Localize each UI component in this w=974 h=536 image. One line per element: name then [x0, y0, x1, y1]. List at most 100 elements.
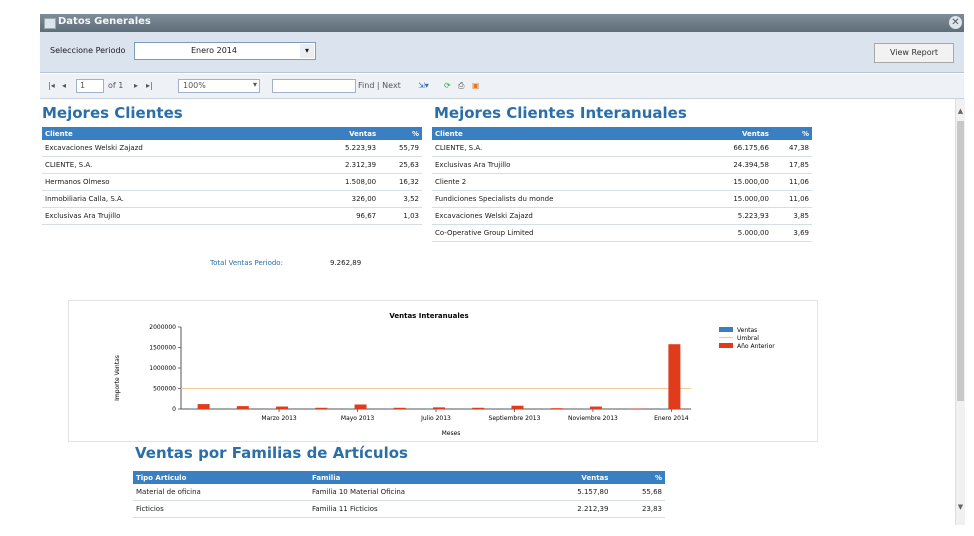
total-ventas-value: 9.262,89: [330, 259, 362, 267]
y-tick-label: 1500000: [149, 345, 176, 352]
cell-cliente: Excavaciones Welski Zajazd: [432, 207, 708, 225]
table-row: Material de oficina Familia 10 Material O…: [133, 484, 665, 501]
column-header-cliente: Cliente: [42, 127, 318, 140]
bar-anio-anterior: [668, 344, 681, 409]
find-input[interactable]: [272, 79, 356, 93]
total-ventas-label: Total Ventas Periodo:: [210, 259, 283, 267]
cell-pct: 3,69: [771, 224, 812, 242]
scrollbar-thumb[interactable]: [957, 121, 964, 401]
cell-cliente: CLIENTE, S.A.: [42, 156, 318, 174]
cell-pct: 25,63: [379, 156, 422, 174]
previous-page-icon[interactable]: ◂: [62, 81, 66, 90]
close-icon[interactable]: ✕: [949, 16, 962, 29]
x-tick-label: Enero 2014: [654, 415, 689, 422]
cell-ventas: 15.000,00: [708, 190, 772, 208]
cell-pct: 3,85: [771, 207, 812, 225]
table-row: CLIENTE, S.A. 66.175,66 47,38: [432, 140, 812, 157]
column-header-pct: %: [771, 127, 812, 140]
bar-anio-anterior: [550, 408, 563, 409]
view-report-button[interactable]: View Report: [874, 43, 954, 63]
table-row: Excavaciones Welski Zajazd 5.223,93 55,79: [42, 140, 422, 157]
periodo-select[interactable]: Enero 2014 ▾: [134, 42, 316, 60]
legend-swatch: [719, 343, 733, 348]
report-toolbar: |◂ ◂ 1 of 1 ▸ ▸| 100% ▾ Find | Next ⇲▾ ⟳ …: [40, 74, 964, 99]
table-row: Excavaciones Welski Zajazd 5.223,93 3,85: [432, 207, 812, 225]
chart-title: Ventas Interanuales: [389, 312, 468, 320]
column-header-ventas: Ventas: [708, 127, 772, 140]
cell-cliente: Inmobiliaria Calla, S.A.: [42, 190, 318, 208]
table-row: Exclusivas Ara Trujillo 24.394,58 17,85: [432, 156, 812, 174]
chevron-down-icon[interactable]: ▾: [300, 44, 314, 58]
column-header-familia: Familia: [309, 471, 535, 484]
cell-cliente: Hermanos Olmeso: [42, 173, 318, 191]
legend-label: Ventas: [737, 327, 757, 334]
chevron-down-icon: ▾: [252, 80, 257, 89]
cell-cliente: Fundiciones Specialists du monde: [432, 190, 708, 208]
cell-pct: 55,68: [611, 484, 665, 501]
cell-cliente: Exclusivas Ara Trujillo: [432, 156, 708, 174]
vertical-scrollbar[interactable]: ▲ ▼: [955, 99, 965, 525]
bar-anio-anterior: [276, 406, 289, 409]
scroll-down-icon[interactable]: ▼: [956, 503, 965, 511]
cell-pct: 55,79: [379, 140, 422, 157]
cell-pct: 11,06: [771, 190, 812, 208]
chart-x-axis-label: Meses: [442, 430, 461, 437]
table-row: Fundiciones Specialists du monde 15.000,0…: [432, 190, 812, 208]
legend-label: Año Anterior: [737, 343, 775, 350]
cell-ventas: 15.000,00: [708, 173, 772, 191]
cell-tipo: Ficticios: [133, 500, 309, 518]
zoom-value: 100%: [183, 81, 206, 90]
next-page-icon[interactable]: ▸: [134, 81, 138, 90]
cell-cliente: Co-Operative Group Limited: [432, 224, 708, 242]
cell-pct: 3,52: [379, 190, 422, 208]
cell-pct: 47,38: [771, 140, 812, 157]
refresh-icon[interactable]: ⟳: [444, 81, 451, 90]
cell-ventas: 5.223,93: [708, 207, 772, 225]
cell-ventas: 5.000,00: [708, 224, 772, 242]
bar-anio-anterior: [511, 405, 524, 409]
table-row: Inmobiliaria Calla, S.A. 326,00 3,52: [42, 190, 422, 208]
periodo-label: Seleccione Periodo: [50, 46, 126, 55]
cell-ventas: 2.212,39: [535, 500, 612, 518]
first-page-icon[interactable]: |◂: [48, 81, 55, 90]
last-page-icon[interactable]: ▸|: [146, 81, 153, 90]
page-number-value: 1: [80, 81, 86, 90]
cell-tipo: Material de oficina: [133, 484, 309, 501]
x-tick-label: Julio 2013: [420, 415, 451, 422]
mejores-clientes-table: Cliente Ventas % Excavaciones Welski Zaj…: [42, 127, 422, 225]
cell-ventas: 5.223,93: [318, 140, 380, 157]
page-number-input[interactable]: 1: [76, 79, 104, 93]
column-header-ventas: Ventas: [318, 127, 380, 140]
cell-cliente: CLIENTE, S.A.: [432, 140, 708, 157]
x-tick-label: Septiembre 2013: [489, 415, 541, 422]
bar-anio-anterior: [393, 407, 406, 409]
cell-ventas: 326,00: [318, 190, 380, 208]
familias-title: Ventas por Familias de Artículos: [135, 444, 408, 462]
cell-pct: 1,03: [379, 207, 422, 225]
cell-familia: Familia 11 Ficticios: [309, 500, 535, 518]
legend-swatch: [719, 327, 733, 332]
cell-pct: 11,06: [771, 173, 812, 191]
mejores-clientes-title: Mejores Clientes: [42, 104, 183, 122]
periodo-select-value: Enero 2014: [191, 46, 237, 55]
feed-icon[interactable]: ▣: [472, 81, 480, 90]
cell-familia: Familia 10 Material Oficina: [309, 484, 535, 501]
bar-anio-anterior: [236, 406, 249, 409]
bar-anio-anterior: [433, 407, 445, 409]
chart-y-axis-label: Importe Ventas: [114, 355, 121, 401]
column-header-cliente: Cliente: [432, 127, 708, 140]
cell-ventas: 24.394,58: [708, 156, 772, 174]
chart-legend: VentasUmbralAño Anterior: [719, 327, 775, 350]
page-count: of 1: [108, 81, 124, 90]
find-next-link[interactable]: Find | Next: [358, 81, 401, 90]
window-title: Datos Generales: [58, 16, 151, 27]
mejores-interanuales-table: Cliente Ventas % CLIENTE, S.A. 66.175,66 4…: [432, 127, 812, 242]
bar-anio-anterior: [472, 407, 485, 409]
chart-marks: 2000000 1500000 1000000 500000 0 Marzo 2013 Ma…: [149, 324, 691, 422]
zoom-select[interactable]: 100% ▾: [178, 79, 260, 93]
export-icon[interactable]: ⇲▾: [418, 81, 429, 90]
scroll-up-icon[interactable]: ▲: [956, 107, 965, 115]
bar-anio-anterior: [315, 407, 328, 409]
y-tick-label: 1000000: [149, 365, 176, 372]
print-icon[interactable]: ⎙: [458, 81, 464, 91]
